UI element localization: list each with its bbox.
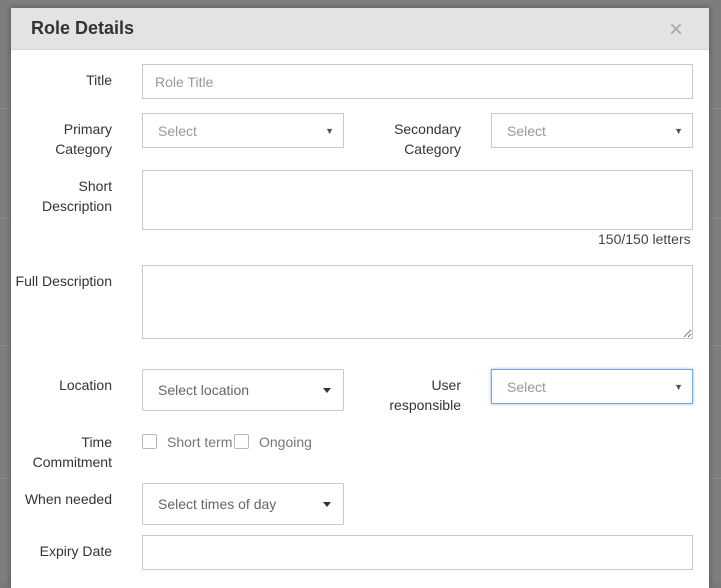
full-description-label: Full Description [15, 273, 112, 289]
secondary-category-select[interactable]: Select ▼ [491, 113, 693, 148]
chevron-down-icon: ▼ [674, 381, 683, 392]
location-label: Location [59, 377, 112, 393]
primary-category-select[interactable]: Select ▼ [142, 113, 344, 148]
chevron-down-icon: ▼ [674, 125, 683, 136]
time-commitment-label: Time Commitment [32, 434, 112, 470]
secondary-category-label: Secondary Category [394, 121, 461, 157]
character-counter: 150/150 letters [598, 231, 691, 247]
modal-title: Role Details [31, 18, 135, 38]
caret-down-icon [323, 502, 331, 507]
when-needed-label: When needed [24, 491, 112, 507]
full-description-textarea[interactable] [142, 265, 693, 339]
short-description-textarea[interactable] [142, 170, 693, 230]
role-title-input[interactable] [142, 64, 693, 99]
ongoing-checkbox[interactable] [234, 434, 249, 449]
short-term-label: Short term [167, 434, 233, 450]
secondary-category-value: Select [507, 122, 546, 139]
user-responsible-select[interactable]: Select ▼ [491, 369, 693, 404]
modal-header: Role Details × [11, 8, 709, 50]
close-icon[interactable]: × [669, 18, 683, 42]
chevron-down-icon: ▼ [325, 125, 334, 136]
when-needed-value: Select times of day [158, 496, 277, 512]
primary-category-label: Primary Category [55, 121, 112, 157]
user-responsible-label: User responsible [389, 377, 461, 413]
when-needed-select[interactable]: Select times of day [142, 483, 344, 525]
primary-category-value: Select [158, 122, 197, 139]
short-description-label: Short Description [41, 178, 112, 214]
location-select[interactable]: Select location [142, 369, 344, 411]
short-term-checkbox[interactable] [142, 434, 157, 449]
expiry-date-label: Expiry Date [39, 543, 112, 559]
title-label: Title [86, 72, 112, 88]
role-details-modal: Role Details × Title Primary Category Se… [11, 8, 709, 588]
expiry-date-input[interactable] [142, 535, 693, 570]
user-responsible-value: Select [507, 378, 546, 395]
caret-down-icon [323, 388, 331, 393]
location-value: Select location [158, 382, 250, 398]
ongoing-label: Ongoing [259, 434, 312, 450]
